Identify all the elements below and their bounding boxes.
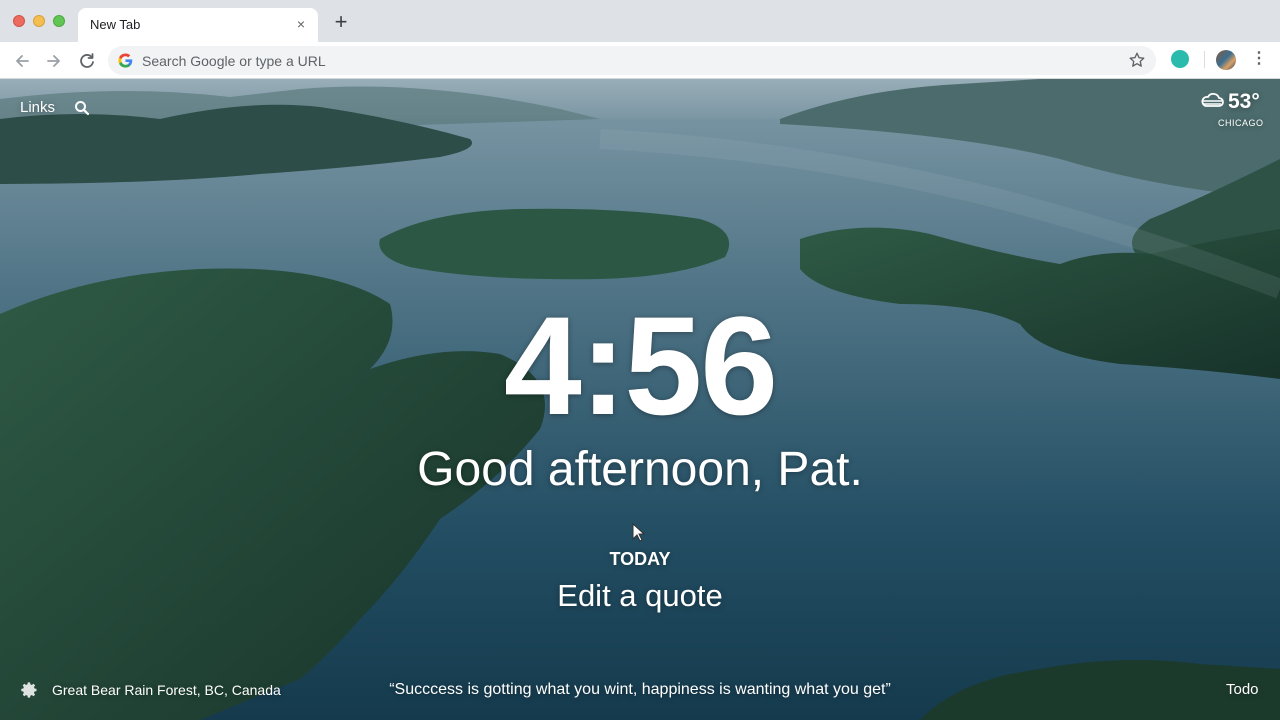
- mouse-cursor-icon: [632, 523, 646, 542]
- clock: 4:56: [503, 287, 778, 444]
- toolbar-divider: [1204, 51, 1205, 68]
- daily-quote[interactable]: “Succcess is gotting what you wint, happ…: [0, 681, 1280, 699]
- new-tab-button[interactable]: +: [330, 11, 352, 34]
- close-window-button[interactable]: [13, 15, 25, 27]
- cloudy-weather-icon[interactable]: [1200, 92, 1224, 112]
- today-focus[interactable]: Edit a quote: [0, 578, 1280, 614]
- avatar[interactable]: [1216, 50, 1236, 70]
- tab-close-icon[interactable]: ×: [292, 15, 310, 33]
- links-button[interactable]: Links: [20, 99, 55, 116]
- google-g-icon: [118, 53, 133, 68]
- forward-arrow-icon[interactable]: [43, 50, 65, 72]
- search-icon[interactable]: [74, 100, 90, 116]
- greeting[interactable]: Good afternoon, Pat.: [0, 442, 1280, 498]
- maximize-window-button[interactable]: [53, 15, 65, 27]
- kebab-menu-icon[interactable]: ⋮: [1250, 50, 1268, 70]
- today-label: TODAY: [609, 549, 671, 569]
- tab-title: New Tab: [90, 17, 141, 32]
- extension-dot-icon[interactable]: [1171, 50, 1189, 68]
- back-arrow-icon[interactable]: [11, 50, 33, 72]
- omnibox[interactable]: [108, 46, 1156, 75]
- weather-city[interactable]: CHICAGO: [1218, 118, 1264, 128]
- reload-icon[interactable]: [76, 50, 98, 72]
- tab-new-tab[interactable]: New Tab ×: [78, 8, 318, 42]
- omnibox-input[interactable]: [142, 46, 1042, 75]
- browser-toolbar: [0, 42, 1280, 79]
- tab-strip: New Tab × +: [0, 0, 1280, 42]
- star-icon[interactable]: [1128, 51, 1146, 69]
- weather-temperature[interactable]: 53°: [1228, 90, 1260, 114]
- todo-button[interactable]: Todo: [1226, 681, 1259, 698]
- minimize-window-button[interactable]: [33, 15, 45, 27]
